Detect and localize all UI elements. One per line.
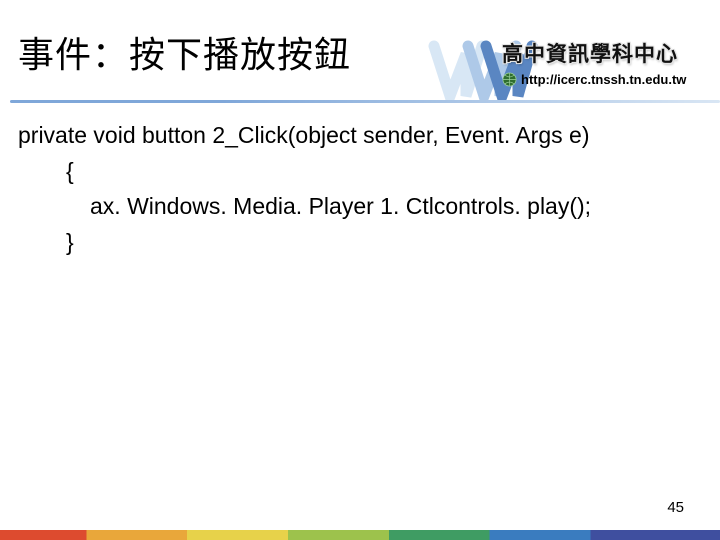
slide: 事件：按下播放按鈕 高中資訊學科中心 http://icerc.tnssh.tn…: [0, 0, 720, 540]
code-line-2: {: [18, 154, 700, 190]
brand-url: http://icerc.tnssh.tn.edu.tw: [521, 72, 686, 87]
header-brand-block: 高中資訊學科中心 http://icerc.tnssh.tn.edu.tw: [502, 38, 720, 87]
globe-icon: [502, 72, 517, 87]
slide-header: 事件：按下播放按鈕 高中資訊學科中心 http://icerc.tnssh.tn…: [0, 0, 720, 100]
header-divider: [10, 100, 720, 103]
slide-title: 事件：按下播放按鈕: [18, 26, 351, 78]
brand-url-row: http://icerc.tnssh.tn.edu.tw: [502, 72, 720, 87]
code-line-1: private void button 2_Click(object sende…: [18, 118, 700, 154]
brand-text: 高中資訊學科中心: [502, 38, 720, 68]
code-line-3: ax. Windows. Media. Player 1. Ctlcontrol…: [18, 189, 700, 225]
code-block: private void button 2_Click(object sende…: [18, 118, 700, 261]
page-number: 45: [667, 499, 684, 516]
bottom-color-stripe: [0, 530, 720, 540]
code-line-4: }: [18, 225, 700, 261]
